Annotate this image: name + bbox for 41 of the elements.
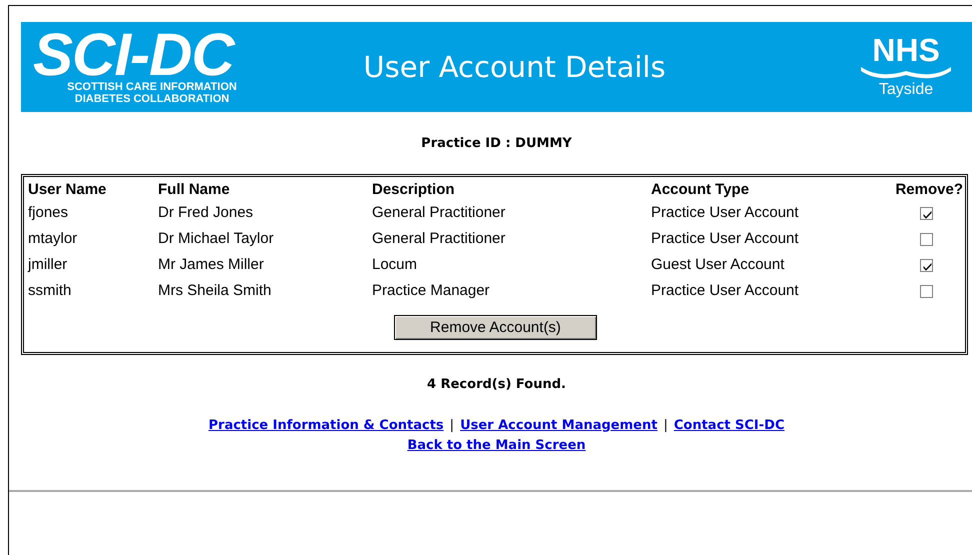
column-header: Remove? [895,181,963,198]
nhs-logo-title: NHS [872,35,940,65]
column-header: Description [372,181,455,198]
link-separator: | [450,418,454,433]
logo-subtitle: DIABETES COLLABORATION [74,93,230,105]
table-cell: fjones [28,204,68,221]
remove-checkbox[interactable] [920,232,933,246]
table-cell: General Practitioner [372,230,506,247]
remove-accounts-button[interactable]: Remove Account(s) [394,315,597,340]
footer-link[interactable]: Practice Information & Contacts [208,418,444,433]
link-separator: | [663,418,668,433]
column-header: Account Type [651,181,750,198]
table-cell: jmiller [28,256,68,273]
records-found: 4 Record(s) Found. [427,377,566,392]
column-header: Full Name [158,181,230,198]
column-header: User Name [28,181,106,198]
logo-title: SCI-DC [33,29,235,81]
table-cell: Dr Michael Taylor [158,230,274,247]
table-cell: Practice User Account [651,230,799,247]
table-cell: General Practitioner [372,204,506,221]
table-cell: Mrs Sheila Smith [158,282,272,299]
table-cell: Guest User Account [651,256,784,273]
remove-checkbox[interactable] [920,284,933,298]
page-title: User Account Details [362,50,667,84]
swoosh-icon [859,65,953,81]
footer-link[interactable]: User Account Management [460,418,658,433]
practice-id: Practice ID : DUMMY [421,136,572,151]
table-cell: Practice Manager [372,282,490,299]
table-cell: Mr James Miller [158,256,264,273]
footer-link[interactable]: Back to the Main Screen [407,438,586,453]
table-cell: Locum [372,256,418,273]
remove-checkbox[interactable] [920,206,933,220]
table-cell: Dr Fred Jones [158,204,254,221]
table-cell: ssmith [28,282,72,299]
remove-checkbox[interactable] [920,258,933,272]
footer-link[interactable]: Contact SCI-DC [674,418,784,433]
logo-subtitle: SCOTTISH CARE INFORMATION [66,81,238,93]
table-cell: Practice User Account [651,204,799,221]
nhs-region: Tayside [878,81,934,99]
table-cell: mtaylor [28,230,78,247]
table-cell: Practice User Account [651,282,799,299]
